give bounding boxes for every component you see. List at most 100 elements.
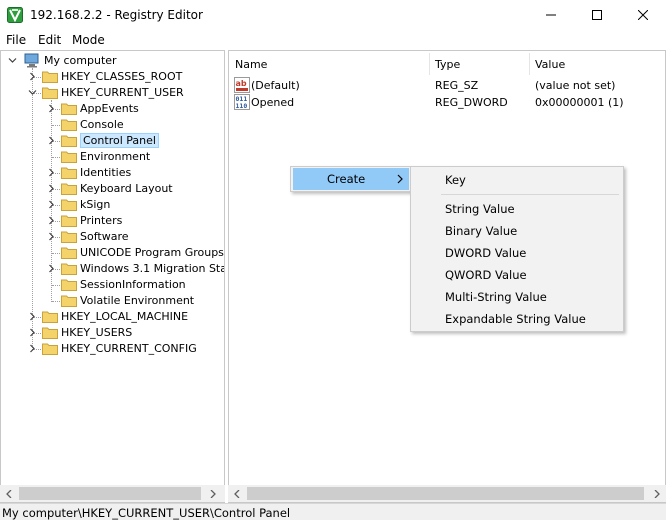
folder-icon xyxy=(61,263,77,275)
tree-row[interactable]: HKEY_CLASSES_ROOT xyxy=(1,69,224,85)
menu-file[interactable]: File xyxy=(6,33,26,47)
tree-row[interactable]: Software xyxy=(1,229,224,245)
tree-row[interactable]: Control Panel xyxy=(1,133,224,149)
menu-item-label: Create xyxy=(327,172,366,186)
menu-item-string-value[interactable]: String Value xyxy=(413,198,621,220)
folder-icon xyxy=(61,199,77,211)
tree-row[interactable]: Volatile Environment xyxy=(1,293,224,309)
column-divider[interactable] xyxy=(529,53,530,75)
folder-icon xyxy=(42,71,58,83)
menu-item-dword-value[interactable]: DWORD Value xyxy=(413,242,621,264)
key-tree[interactable]: My computer HKEY_CLASSES_ROOT HKEY_CURREN… xyxy=(0,50,225,503)
tree-row[interactable]: HKEY_CURRENT_CONFIG xyxy=(1,341,224,357)
list-horizontal-scrollbar[interactable] xyxy=(228,485,666,502)
scroll-thumb[interactable] xyxy=(19,487,201,500)
scroll-right-button[interactable] xyxy=(204,485,221,502)
chevron-right-icon[interactable] xyxy=(47,200,56,209)
scroll-left-button[interactable] xyxy=(0,485,17,502)
chevron-right-icon[interactable] xyxy=(47,136,56,145)
scroll-left-button[interactable] xyxy=(228,485,245,502)
folder-icon xyxy=(61,167,77,179)
folder-icon xyxy=(42,87,58,99)
chevron-right-icon xyxy=(654,489,660,498)
svg-text:ab: ab xyxy=(236,79,247,88)
chevron-right-icon[interactable] xyxy=(28,72,37,81)
tree-label: SessionInformation xyxy=(80,278,186,291)
tree-row[interactable]: Console xyxy=(1,117,224,133)
tree-row[interactable]: kSign xyxy=(1,197,224,213)
tree-connector xyxy=(52,253,60,254)
tree-row[interactable]: HKEY_USERS xyxy=(1,325,224,341)
tree-label: Volatile Environment xyxy=(80,294,195,307)
maximize-button[interactable] xyxy=(574,0,620,30)
chevron-right-icon[interactable] xyxy=(47,216,56,225)
title-bar[interactable]: 192.168.2.2 - Registry Editor xyxy=(0,0,666,30)
chevron-right-icon[interactable] xyxy=(47,184,56,193)
value-row[interactable]: ab (Default) REG_SZ (value not set) xyxy=(229,77,665,94)
tree-row[interactable]: AppEvents xyxy=(1,101,224,117)
menu-item-key[interactable]: Key xyxy=(413,169,621,191)
chevron-right-icon[interactable] xyxy=(28,328,37,337)
folder-icon xyxy=(61,151,77,163)
menu-item-label: Binary Value xyxy=(445,224,518,238)
value-row[interactable]: 011 110 Opened REG_DWORD 0x00000001 (1) xyxy=(229,94,665,111)
scroll-thumb[interactable] xyxy=(247,487,644,500)
chevron-left-icon xyxy=(233,489,239,498)
tree-row[interactable]: Printers xyxy=(1,213,224,229)
tree-label: Keyboard Layout xyxy=(80,182,173,195)
tree-label: HKEY_USERS xyxy=(61,326,133,339)
chevron-right-icon[interactable] xyxy=(28,344,37,353)
minimize-button[interactable] xyxy=(528,0,574,30)
menu-item-label: QWORD Value xyxy=(445,268,527,282)
folder-icon xyxy=(42,311,58,323)
menu-item-binary-value[interactable]: Binary Value xyxy=(413,220,621,242)
folder-icon xyxy=(61,103,77,115)
column-header-name[interactable]: Name xyxy=(235,58,267,71)
close-button[interactable] xyxy=(620,0,666,30)
column-header-type[interactable]: Type xyxy=(435,58,460,71)
tree-row[interactable]: HKEY_LOCAL_MACHINE xyxy=(1,309,224,325)
tree-row[interactable]: Identities xyxy=(1,165,224,181)
registry-icon xyxy=(7,7,23,23)
menu-separator xyxy=(441,194,619,195)
menu-mode[interactable]: Mode xyxy=(72,33,105,47)
chevron-right-icon[interactable] xyxy=(47,264,56,273)
tree-row[interactable]: Environment xyxy=(1,149,224,165)
chevron-right-icon[interactable] xyxy=(47,168,56,177)
chevron-down-icon[interactable] xyxy=(28,88,37,97)
tree-label: Software xyxy=(80,230,129,243)
scroll-right-button[interactable] xyxy=(648,485,665,502)
chevron-right-icon[interactable] xyxy=(28,312,37,321)
column-header-value[interactable]: Value xyxy=(535,58,565,71)
tree-row[interactable]: Windows 3.1 Migration Status xyxy=(1,261,224,277)
binary-value-icon: 011 110 xyxy=(234,94,250,110)
chevron-down-icon[interactable] xyxy=(8,56,17,65)
chevron-right-icon[interactable] xyxy=(47,104,56,113)
tree-row-root[interactable]: My computer xyxy=(1,53,224,69)
computer-icon xyxy=(24,53,39,68)
tree-row[interactable]: Keyboard Layout xyxy=(1,181,224,197)
tree-connector xyxy=(52,157,60,158)
tree-row[interactable]: UNICODE Program Groups xyxy=(1,245,224,261)
menu-item-qword-value[interactable]: QWORD Value xyxy=(413,264,621,286)
chevron-right-icon[interactable] xyxy=(47,232,56,241)
maximize-icon xyxy=(592,10,602,20)
value-data: 0x00000001 (1) xyxy=(535,96,624,109)
tree-connector xyxy=(52,301,60,302)
menu-edit[interactable]: Edit xyxy=(38,33,61,47)
menu-item-create[interactable]: Create xyxy=(293,168,409,190)
menu-item-expandable-string-value[interactable]: Expandable String Value xyxy=(413,308,621,330)
tree-label-root: My computer xyxy=(44,54,117,67)
menu-item-label: Multi-String Value xyxy=(445,290,547,304)
tree-row[interactable]: SessionInformation xyxy=(1,277,224,293)
status-bar: My computer\HKEY_CURRENT_USER\Control Pa… xyxy=(0,503,666,520)
chevron-right-icon xyxy=(397,174,403,184)
value-name: Opened xyxy=(251,96,295,109)
tree-horizontal-scrollbar[interactable] xyxy=(0,485,225,502)
column-divider[interactable] xyxy=(429,53,430,75)
tree-row[interactable]: HKEY_CURRENT_USER xyxy=(1,85,224,101)
folder-icon xyxy=(61,215,77,227)
window-title: 192.168.2.2 - Registry Editor xyxy=(30,8,203,22)
tree-label: UNICODE Program Groups xyxy=(80,246,224,259)
menu-item-multi-string-value[interactable]: Multi-String Value xyxy=(413,286,621,308)
